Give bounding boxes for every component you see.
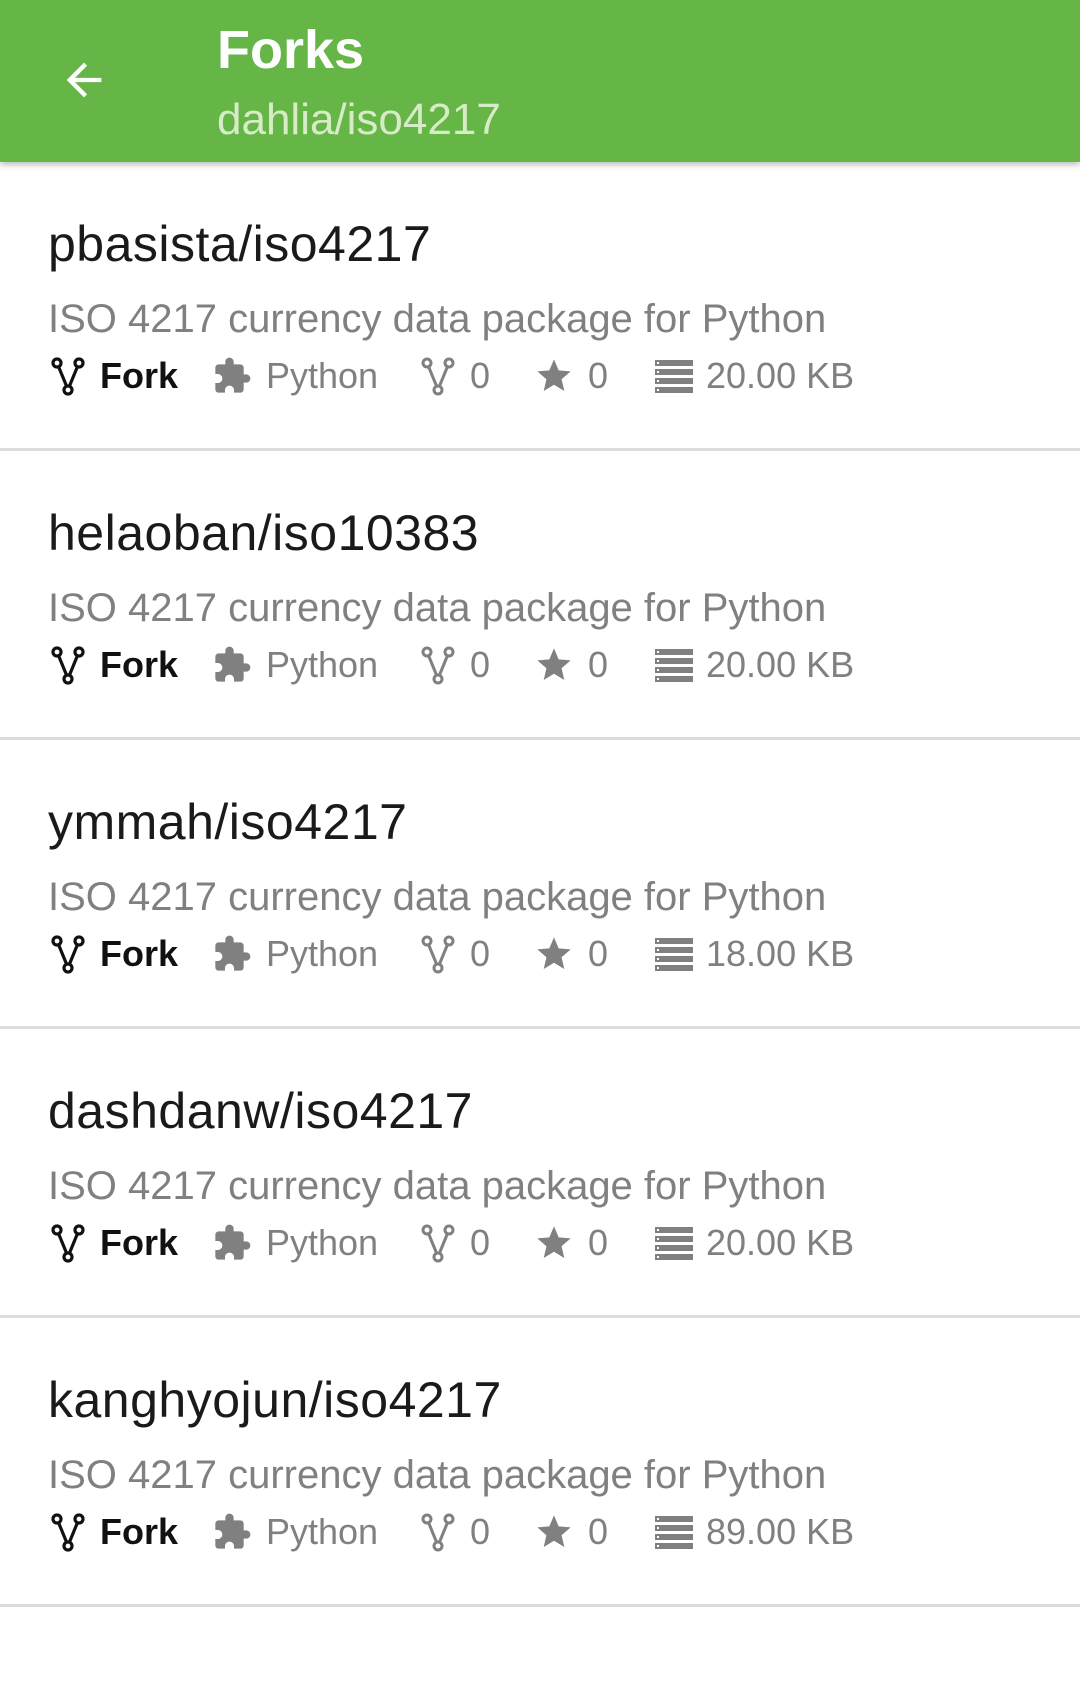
repo-size: 20.00 KB — [706, 644, 855, 685]
repo-language: Python — [266, 933, 379, 974]
list-item[interactable]: helaoban/iso10383 ISO 4217 currency data… — [0, 451, 1080, 740]
arrow-back-icon — [66, 62, 102, 98]
storage-icon — [655, 938, 693, 971]
repo-size: 20.00 KB — [706, 355, 855, 396]
back-button[interactable] — [50, 50, 118, 110]
list-item[interactable]: kanghyojun/iso4217 ISO 4217 currency dat… — [0, 1318, 1080, 1607]
fork-count-icon — [421, 935, 455, 974]
fork-count-icon — [421, 1513, 455, 1552]
fork-count: 0 — [470, 1222, 491, 1263]
app-bar: Forks dahlia/iso4217 — [0, 0, 1080, 162]
fork-icon — [51, 357, 85, 396]
repo-description: ISO 4217 currency data package for Pytho… — [48, 875, 827, 919]
fork-count: 0 — [470, 644, 491, 685]
storage-icon — [655, 1516, 693, 1549]
star-icon — [537, 648, 571, 680]
puzzle-piece-icon — [215, 1513, 251, 1549]
fork-icon — [51, 646, 85, 685]
repo-name[interactable]: dashdanw/iso4217 — [48, 1081, 473, 1141]
fork-list: pbasista/iso4217 ISO 4217 currency data … — [0, 162, 1080, 1607]
fork-icon — [51, 1513, 85, 1552]
star-count: 0 — [588, 1511, 609, 1552]
repo-type-label: Fork — [100, 355, 179, 396]
repo-size: 18.00 KB — [706, 933, 855, 974]
puzzle-piece-icon — [215, 357, 251, 393]
repo-description: ISO 4217 currency data package for Pytho… — [48, 297, 827, 341]
repo-type-label: Fork — [100, 1511, 179, 1552]
repo-description: ISO 4217 currency data package for Pytho… — [48, 1164, 827, 1208]
star-icon — [537, 359, 571, 391]
repo-type-label: Fork — [100, 1222, 179, 1263]
repo-meta: Fork Python 0 0 — [48, 1508, 1048, 1556]
star-count: 0 — [588, 933, 609, 974]
repo-language: Python — [266, 1222, 379, 1263]
star-count: 0 — [588, 644, 609, 685]
repo-language: Python — [266, 644, 379, 685]
repo-language: Python — [266, 355, 379, 396]
repo-language: Python — [266, 1511, 379, 1552]
storage-icon — [655, 649, 693, 682]
repo-name[interactable]: kanghyojun/iso4217 — [48, 1370, 502, 1430]
fork-count: 0 — [470, 355, 491, 396]
fork-icon — [51, 1224, 85, 1263]
repo-description: ISO 4217 currency data package for Pytho… — [48, 586, 827, 630]
puzzle-piece-icon — [215, 935, 251, 971]
fork-count: 0 — [470, 933, 491, 974]
fork-icon — [51, 935, 85, 974]
fork-count-icon — [421, 357, 455, 396]
repo-type-label: Fork — [100, 644, 179, 685]
list-item[interactable]: ymmah/iso4217 ISO 4217 currency data pac… — [0, 740, 1080, 1029]
fork-count: 0 — [470, 1511, 491, 1552]
puzzle-piece-icon — [215, 1224, 251, 1260]
repo-name[interactable]: helaoban/iso10383 — [48, 503, 479, 563]
page-title: Forks — [217, 20, 365, 80]
repo-description: ISO 4217 currency data package for Pytho… — [48, 1453, 827, 1497]
repo-size: 89.00 KB — [706, 1511, 855, 1552]
storage-icon — [655, 1227, 693, 1260]
repo-meta: Fork Python 0 0 — [48, 930, 1048, 978]
repo-name[interactable]: ymmah/iso4217 — [48, 792, 407, 852]
fork-count-icon — [421, 646, 455, 685]
puzzle-piece-icon — [215, 646, 251, 682]
list-item[interactable]: pbasista/iso4217 ISO 4217 currency data … — [0, 162, 1080, 451]
list-item[interactable]: dashdanw/iso4217 ISO 4217 currency data … — [0, 1029, 1080, 1318]
star-icon — [537, 937, 571, 969]
repo-name[interactable]: pbasista/iso4217 — [48, 214, 431, 274]
fork-count-icon — [421, 1224, 455, 1263]
star-icon — [537, 1226, 571, 1258]
repo-meta: Fork Python 0 0 — [48, 352, 1048, 400]
star-count: 0 — [588, 355, 609, 396]
repo-size: 20.00 KB — [706, 1222, 855, 1263]
star-icon — [537, 1515, 571, 1547]
repo-meta: Fork Python 0 0 — [48, 641, 1048, 689]
star-count: 0 — [588, 1222, 609, 1263]
repo-type-label: Fork — [100, 933, 179, 974]
storage-icon — [655, 360, 693, 393]
repo-meta: Fork Python 0 0 — [48, 1219, 1048, 1267]
page-subtitle: dahlia/iso4217 — [217, 95, 501, 144]
